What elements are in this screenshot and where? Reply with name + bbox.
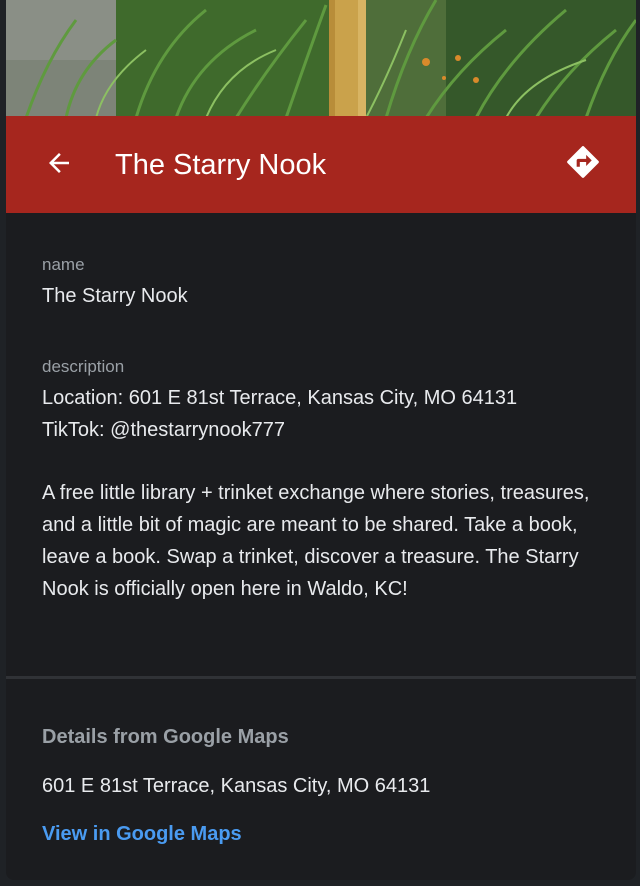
- google-maps-section: Details from Google Maps 601 E 81st Terr…: [42, 722, 602, 849]
- directions-button[interactable]: [559, 140, 607, 188]
- app-bar: The Starry Nook: [6, 116, 636, 213]
- section-divider: [6, 676, 636, 679]
- description-paragraph: A free little library + trinket exchange…: [42, 482, 590, 600]
- description-location-line: Location: 601 E 81st Terrace, Kansas Cit…: [42, 387, 518, 409]
- name-value: The Starry Nook: [42, 285, 188, 307]
- back-button[interactable]: [36, 142, 82, 188]
- page-title: The Starry Nook: [115, 149, 327, 181]
- description-tiktok-line: TikTok: @thestarrynook777: [42, 419, 285, 441]
- place-details: name The Starry Nook description Locatio…: [42, 250, 602, 605]
- name-label: name: [42, 255, 85, 274]
- directions-icon: [564, 143, 602, 186]
- description-label: description: [42, 357, 125, 376]
- description-field: description Location: 601 E 81st Terrace…: [42, 352, 602, 605]
- google-maps-heading: Details from Google Maps: [42, 726, 289, 748]
- name-field: name The Starry Nook: [42, 250, 602, 312]
- view-in-google-maps-link[interactable]: View in Google Maps: [42, 819, 242, 849]
- arrow-back-icon: [44, 148, 74, 183]
- place-photo: [6, 0, 636, 118]
- place-detail-panel: The Starry Nook name The Starry Nook des…: [6, 0, 636, 880]
- google-maps-address: 601 E 81st Terrace, Kansas City, MO 6413…: [42, 775, 431, 797]
